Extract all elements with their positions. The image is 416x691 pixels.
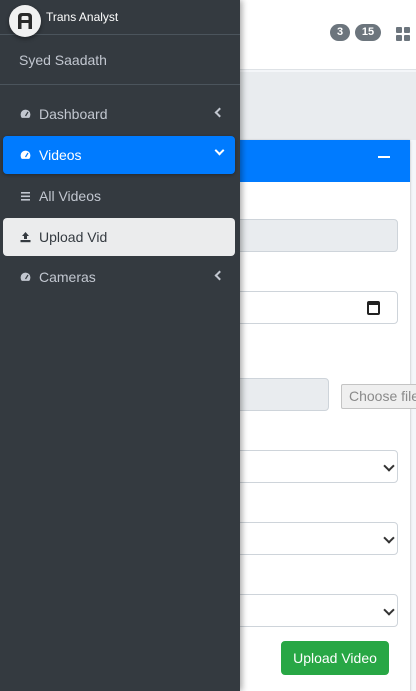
sidebar-item-label: Dashboard (39, 106, 108, 122)
user-panel[interactable]: Syed Saadath (0, 35, 240, 85)
chevron-left-icon (214, 107, 225, 118)
grid-icon[interactable] (396, 27, 410, 41)
user-name[interactable]: Syed Saadath (19, 52, 107, 68)
brand-link[interactable]: Trans Analyst (0, 0, 240, 37)
notification-badge[interactable]: 3 (330, 24, 350, 41)
sidebar-item-videos[interactable]: Videos (3, 136, 235, 174)
sidebar-item-label: Videos (39, 147, 82, 163)
brand-name: Trans Analyst (46, 10, 119, 24)
choose-file-button[interactable]: Choose file (341, 384, 416, 409)
tachometer-icon (19, 271, 32, 283)
chevron-down-icon (383, 532, 395, 544)
message-badge[interactable]: 15 (355, 24, 381, 41)
sidebar-item-upload-vid[interactable]: Upload Vid (3, 218, 235, 256)
logo-icon (9, 5, 41, 37)
tachometer-icon (19, 149, 32, 161)
sidebar-item-label: Cameras (39, 269, 96, 285)
chevron-down-icon (383, 460, 395, 472)
sidebar-item-dashboard[interactable]: Dashboard (3, 95, 235, 133)
sidebar-item-all-videos[interactable]: All Videos (3, 177, 235, 215)
main-sidebar: Trans Analyst Syed Saadath Dashboard Vid… (0, 0, 240, 691)
calendar-icon[interactable] (367, 301, 380, 315)
upload-video-button[interactable]: Upload Video (281, 641, 389, 675)
sidebar-item-label: Upload Vid (39, 229, 108, 245)
minus-icon[interactable] (378, 156, 390, 158)
list-icon (21, 192, 30, 201)
chevron-left-icon (214, 270, 225, 281)
sidebar-item-label: All Videos (39, 188, 102, 204)
upload-icon (20, 232, 31, 243)
sidebar-item-cameras[interactable]: Cameras (3, 258, 235, 296)
chevron-down-icon (383, 604, 395, 616)
tachometer-icon (19, 108, 32, 120)
chevron-down-icon (214, 145, 225, 156)
